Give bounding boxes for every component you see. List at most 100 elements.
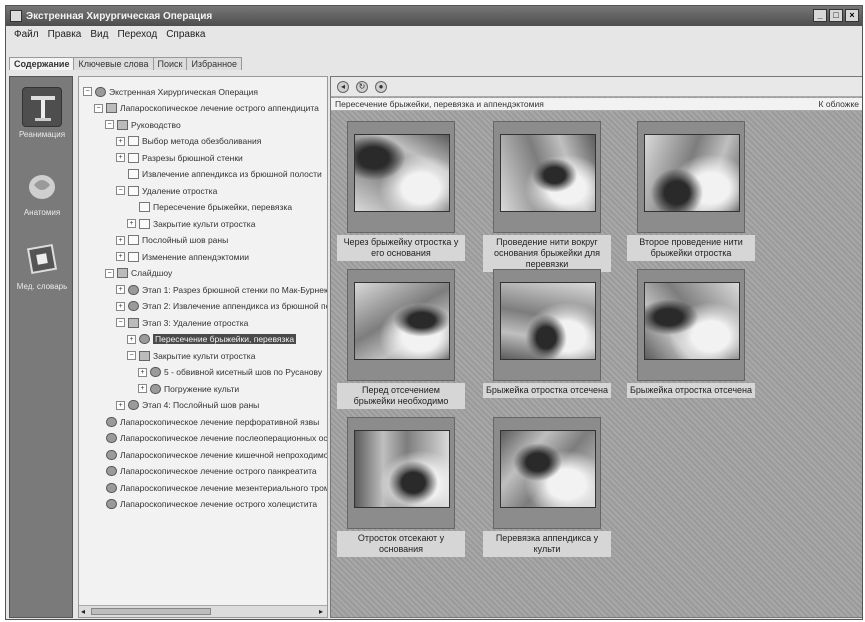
thumbnail-caption: Через брыжейку отростка у его основания [337,235,465,261]
menu-edit[interactable]: Правка [48,29,82,40]
dictionary-button[interactable]: Мед. словарь [16,239,68,291]
surgery-photo[interactable] [644,282,740,360]
expand-icon[interactable]: + [116,235,125,245]
expand-icon[interactable]: + [116,301,125,311]
tree-node-label: Руководство [131,119,181,130]
surgery-photo[interactable] [354,430,450,508]
refresh-icon[interactable]: ↻ [356,80,368,93]
tree-node[interactable]: Лапароскопическое лечение кишечной непро… [94,448,327,461]
tree-node-label: Извлечение аппендикса из брюшной полости [142,169,322,179]
thumbnail-card[interactable]: Брыжейка отростка отсечена [627,269,755,398]
tree-node[interactable]: − Закрытие культи отростка [127,349,255,362]
collapse-icon[interactable]: − [116,186,125,195]
content-path: Пересечение брыжейки, перевязка и аппенд… [335,99,544,109]
collapse-icon[interactable]: − [127,351,136,360]
expand-icon[interactable]: + [127,334,136,344]
collapse-icon[interactable]: − [83,87,92,96]
tree-node[interactable]: +5 - обвивной кисетный шов по Русанову [138,366,322,379]
tree-node[interactable]: Лапароскопическое лечение мезентериально… [94,481,327,494]
tab-favorites[interactable]: Избранное [186,57,243,70]
thumbnail-frame[interactable] [347,269,455,381]
expand-icon[interactable]: + [116,153,125,162]
tree-node[interactable]: − Лапароскопическое лечение острого аппен… [94,102,319,115]
tree-node[interactable]: Лапароскопическое лечение перфоративной … [94,415,319,428]
scrollbar-thumb[interactable] [91,608,211,615]
surgery-photo[interactable] [500,282,596,360]
surgery-photo[interactable] [644,134,740,212]
tree-node[interactable]: + Погружение культи [138,382,239,395]
collapse-icon[interactable]: − [94,103,103,113]
tree-node[interactable]: + Этап 1: Разрез брюшной стенки по Мак-Бу… [116,283,327,296]
tree-node[interactable]: − Руководство [105,118,181,131]
expand-icon[interactable]: + [116,285,125,294]
thumbnail-frame[interactable] [637,121,745,233]
reanimation-button[interactable]: Реанимация [16,87,68,139]
maximize-button[interactable]: □ [829,9,843,22]
tree-node[interactable]: Лапароскопическое лечение послеоперацион… [94,432,327,445]
scroll-right-icon[interactable]: ▸ [319,607,323,616]
tree-node[interactable]: + Этап 2: Извлечение аппендикса из брюшно… [116,300,327,313]
scroll-left-icon[interactable]: ◂ [81,607,85,616]
tree-node-label: Лапароскопическое лечение перфоративной … [120,416,320,427]
expand-icon[interactable]: + [116,136,125,146]
tree-node[interactable]: + Закрытие культи отростка [127,217,255,230]
thumbnail-card[interactable]: Брыжейка отростка отсечена [483,269,611,398]
expand-icon[interactable]: + [138,384,147,393]
thumbnail-card[interactable]: Второе проведение нити брыжейки отростка [627,121,755,261]
tree-node[interactable]: + Выбор метода обезболивания [116,135,261,148]
menu-view[interactable]: Вид [90,29,108,40]
thumbnail-frame[interactable] [637,269,745,381]
surgery-photo[interactable] [500,430,596,508]
menu-go[interactable]: Переход [117,29,157,40]
thumbnail-frame[interactable] [347,417,455,529]
tree-node[interactable]: Извлечение аппендикса из брюшной полости [116,168,322,181]
book-icon [139,350,150,361]
expand-icon[interactable]: + [127,219,136,228]
menu-file[interactable]: Файл [14,29,39,40]
minimize-button[interactable]: _ [813,9,827,22]
home-icon[interactable]: ● [375,80,387,93]
page-icon [128,152,139,163]
surgery-photo[interactable] [500,134,596,212]
title-bar: Экстренная Хирургическая Операция _ □ × [6,6,862,26]
tree-node[interactable]: − Этап 3: Удаление отростка [116,316,248,329]
thumbnail-card[interactable]: Через брыжейку отростка у его основания [337,121,465,261]
thumbnail-frame[interactable] [493,417,601,529]
tree-node[interactable]: Пересечение брыжейки, перевязка [127,201,292,214]
tree-node[interactable]: − Слайдшоу [105,267,172,280]
thumbnail-card[interactable]: Перед отсечением брыжейки необходимо [337,269,465,409]
thumbnail-frame[interactable] [493,121,601,233]
thumbnail-card[interactable]: Отросток отсекают у основания [337,417,465,557]
menu-help[interactable]: Справка [166,29,205,40]
anatomy-button[interactable]: Анатомия [16,165,68,217]
tree-node[interactable]: Лапароскопическое лечение острого холеци… [94,498,317,511]
close-button[interactable]: × [845,9,859,22]
back-icon[interactable]: ◂ [337,80,349,93]
back-to-cover-link[interactable]: К обложке [819,98,859,111]
thumbnail-frame[interactable] [493,269,601,381]
tree-node[interactable]: − Экстренная Хирургическая Операция [83,85,258,98]
collapse-icon[interactable]: − [105,268,114,278]
tree-node[interactable]: + Разрезы брюшной стенки [116,151,243,164]
thumbnail-card[interactable]: Перевязка аппендикса у культи [483,417,611,557]
expand-icon[interactable]: + [116,252,125,261]
page-icon [139,202,150,212]
tree-node[interactable]: + Этап 4: Послойный шов раны [116,399,259,412]
collapse-icon[interactable]: − [116,318,125,327]
surgery-photo[interactable] [354,282,450,360]
tab-contents[interactable]: Содержание [9,57,75,70]
thumbnail-frame[interactable] [347,121,455,233]
surgery-photo[interactable] [354,134,450,212]
thumbnail-card[interactable]: Проведение нити вокруг основания брыжейк… [483,121,611,272]
expand-icon[interactable]: + [116,400,125,410]
tab-keywords[interactable]: Ключевые слова [73,57,154,70]
tree-horizontal-scrollbar[interactable]: ◂ ▸ [79,605,327,617]
tree-node[interactable]: + Послойный шов раны [116,234,228,247]
tree-node[interactable]: + Изменение аппендэктомии [116,250,249,263]
tree-node[interactable]: + Пересечение брыжейки, перевязка [127,333,297,346]
tab-search[interactable]: Поиск [152,57,188,70]
collapse-icon[interactable]: − [105,120,114,129]
tree-node[interactable]: Лапароскопическое лечение острого панкре… [94,465,317,478]
tree-node[interactable]: − Удаление отростка [116,184,217,197]
expand-icon[interactable]: + [138,367,147,377]
